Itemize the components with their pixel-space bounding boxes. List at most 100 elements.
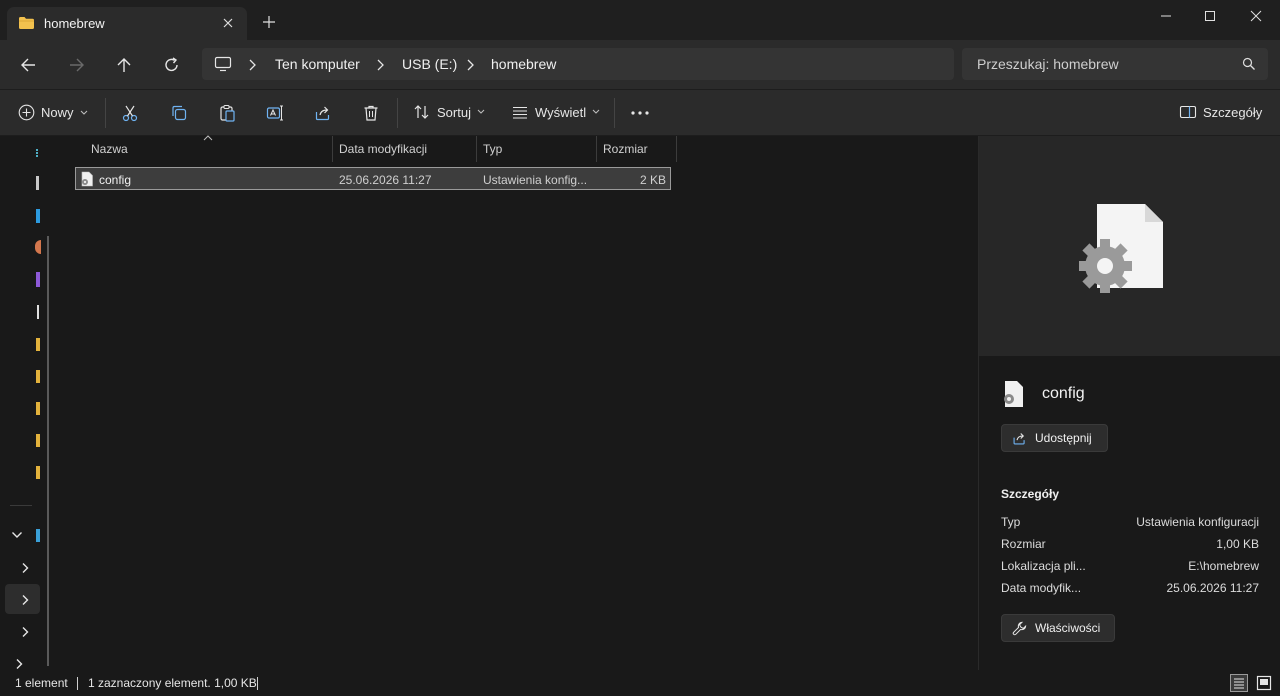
chevron-down-icon — [80, 110, 88, 116]
file-preview — [979, 136, 1280, 356]
column-name-label: Nazwa — [91, 142, 128, 156]
prop-modified-key: Data modyfik... — [1001, 581, 1082, 595]
nav-item-folder-icon[interactable] — [36, 370, 40, 383]
breadcrumb-usb-drive[interactable]: USB (E:) — [402, 56, 457, 72]
details-section-title: Szczegóły — [1001, 487, 1060, 501]
close-window-button[interactable] — [1246, 8, 1266, 24]
toolbar-divider — [397, 98, 398, 128]
nav-item-folder-icon[interactable] — [36, 466, 40, 479]
minimize-button[interactable] — [1156, 8, 1176, 24]
nav-item-downloads-icon[interactable] — [35, 240, 41, 254]
nav-item-desktop-icon[interactable] — [36, 209, 40, 223]
paste-icon[interactable] — [218, 104, 236, 122]
config-file-icon — [80, 171, 94, 187]
file-size: 2 KB — [639, 173, 666, 187]
tiles-view-icon[interactable] — [1255, 674, 1273, 692]
nav-item-home-icon[interactable] — [36, 149, 41, 157]
toolbar-divider — [614, 98, 615, 128]
search-input[interactable]: Przeszukaj: homebrew — [962, 48, 1268, 80]
prop-modified-value: 25.06.2026 11:27 — [1166, 581, 1259, 595]
column-modified-label: Data modyfikacji — [339, 142, 428, 156]
nav-item-documents-icon[interactable] — [36, 272, 40, 287]
chevron-right-icon[interactable] — [14, 658, 24, 670]
details-pane-toggle[interactable]: Szczegóły — [1179, 104, 1262, 120]
sort-button[interactable]: Sortuj — [413, 104, 485, 120]
prop-type-key: Typ — [1001, 515, 1021, 529]
copy-icon[interactable] — [170, 104, 188, 122]
prop-location-value: E:\homebrew — [1188, 559, 1259, 573]
nav-item-this-pc-icon[interactable] — [36, 529, 40, 542]
breadcrumb-this-pc[interactable]: Ten komputer — [275, 56, 360, 72]
status-divider — [257, 677, 258, 690]
file-type: Ustawienia konfig... — [483, 173, 588, 187]
details-pane-icon — [1179, 104, 1197, 120]
column-header-type[interactable]: Typ — [477, 136, 596, 162]
wrench-icon — [1012, 621, 1027, 636]
breadcrumb-separator-icon[interactable] — [465, 59, 475, 71]
command-bar: Nowy Sortuj Wyświetl Szczegóły — [0, 89, 1280, 136]
chevron-right-icon[interactable] — [20, 626, 30, 638]
status-selection: 1 zaznaczony element. 1,00 KB — [88, 676, 257, 690]
breadcrumb-separator-icon[interactable] — [375, 59, 385, 71]
prop-location-key: Lokalizacja pli... — [1001, 559, 1086, 573]
tab-title: homebrew — [44, 16, 105, 31]
chevron-right-icon[interactable] — [20, 562, 30, 574]
column-header-size[interactable]: Rozmiar — [597, 136, 676, 162]
new-tab-button[interactable] — [262, 15, 276, 29]
nav-item-folder-icon[interactable] — [36, 402, 40, 415]
maximize-button[interactable] — [1200, 8, 1220, 24]
status-bar: 1 element 1 zaznaczony element. 1,00 KB — [0, 670, 1280, 696]
title-bar: homebrew — [0, 0, 1280, 40]
more-options-icon[interactable] — [630, 110, 650, 116]
forward-button[interactable] — [66, 55, 88, 75]
navigation-bar: Ten komputer USB (E:) homebrew Przeszuka… — [0, 40, 1280, 89]
breadcrumb-separator-icon[interactable] — [247, 59, 257, 71]
nav-item-folder-icon[interactable] — [36, 338, 40, 351]
tab-homebrew[interactable]: homebrew — [7, 7, 247, 40]
chevron-right-icon[interactable] — [20, 594, 30, 606]
sort-icon — [413, 104, 431, 120]
view-button[interactable]: Wyświetl — [511, 104, 600, 120]
config-file-large-icon — [1079, 202, 1165, 294]
search-icon — [1242, 57, 1256, 71]
new-button[interactable]: Nowy — [18, 104, 88, 121]
column-size-label: Rozmiar — [603, 142, 648, 156]
rename-icon[interactable] — [266, 104, 284, 122]
properties-button-label: Właściwości — [1035, 621, 1101, 635]
prop-size-key: Rozmiar — [1001, 537, 1046, 551]
file-name: config — [99, 173, 132, 187]
details-toggle-label: Szczegóły — [1203, 104, 1263, 120]
cut-icon[interactable] — [121, 104, 139, 122]
config-file-icon — [1001, 380, 1025, 408]
nav-item-folder-icon[interactable] — [36, 434, 40, 447]
table-row[interactable]: config 25.06.2026 11:27 Ustawienia konfi… — [75, 167, 671, 190]
up-button[interactable] — [113, 55, 135, 75]
share-icon[interactable] — [314, 104, 332, 122]
share-button[interactable]: Udostępnij — [1001, 424, 1108, 452]
chevron-down-icon — [477, 109, 485, 115]
folder-icon — [18, 16, 35, 30]
chevron-down-icon — [592, 109, 600, 115]
delete-icon[interactable] — [362, 104, 380, 122]
nav-item-gallery-icon[interactable] — [36, 176, 39, 190]
nav-pane-scrollbar[interactable] — [47, 236, 49, 666]
search-placeholder: Przeszukaj: homebrew — [977, 56, 1119, 72]
close-tab-icon[interactable] — [221, 16, 235, 30]
details-view-icon[interactable] — [1230, 674, 1248, 692]
file-modified: 25.06.2026 11:27 — [339, 173, 432, 187]
properties-button[interactable]: Właściwości — [1001, 614, 1115, 642]
share-icon — [1012, 431, 1027, 446]
refresh-button[interactable] — [161, 55, 183, 75]
column-header-name[interactable]: Nazwa — [75, 136, 333, 162]
nav-item-pictures-icon[interactable] — [37, 305, 39, 319]
column-header-modified[interactable]: Data modyfikacji — [333, 136, 476, 162]
chevron-down-icon[interactable] — [11, 530, 23, 540]
toolbar-divider — [105, 98, 106, 128]
navigation-pane — [0, 136, 50, 670]
share-button-label: Udostępnij — [1035, 431, 1092, 445]
prop-type-value: Ustawienia konfiguracji — [1136, 515, 1259, 529]
column-divider[interactable] — [676, 136, 677, 162]
back-button[interactable] — [18, 55, 40, 75]
address-bar[interactable]: Ten komputer USB (E:) homebrew — [202, 48, 954, 80]
breadcrumb-homebrew[interactable]: homebrew — [491, 56, 556, 72]
